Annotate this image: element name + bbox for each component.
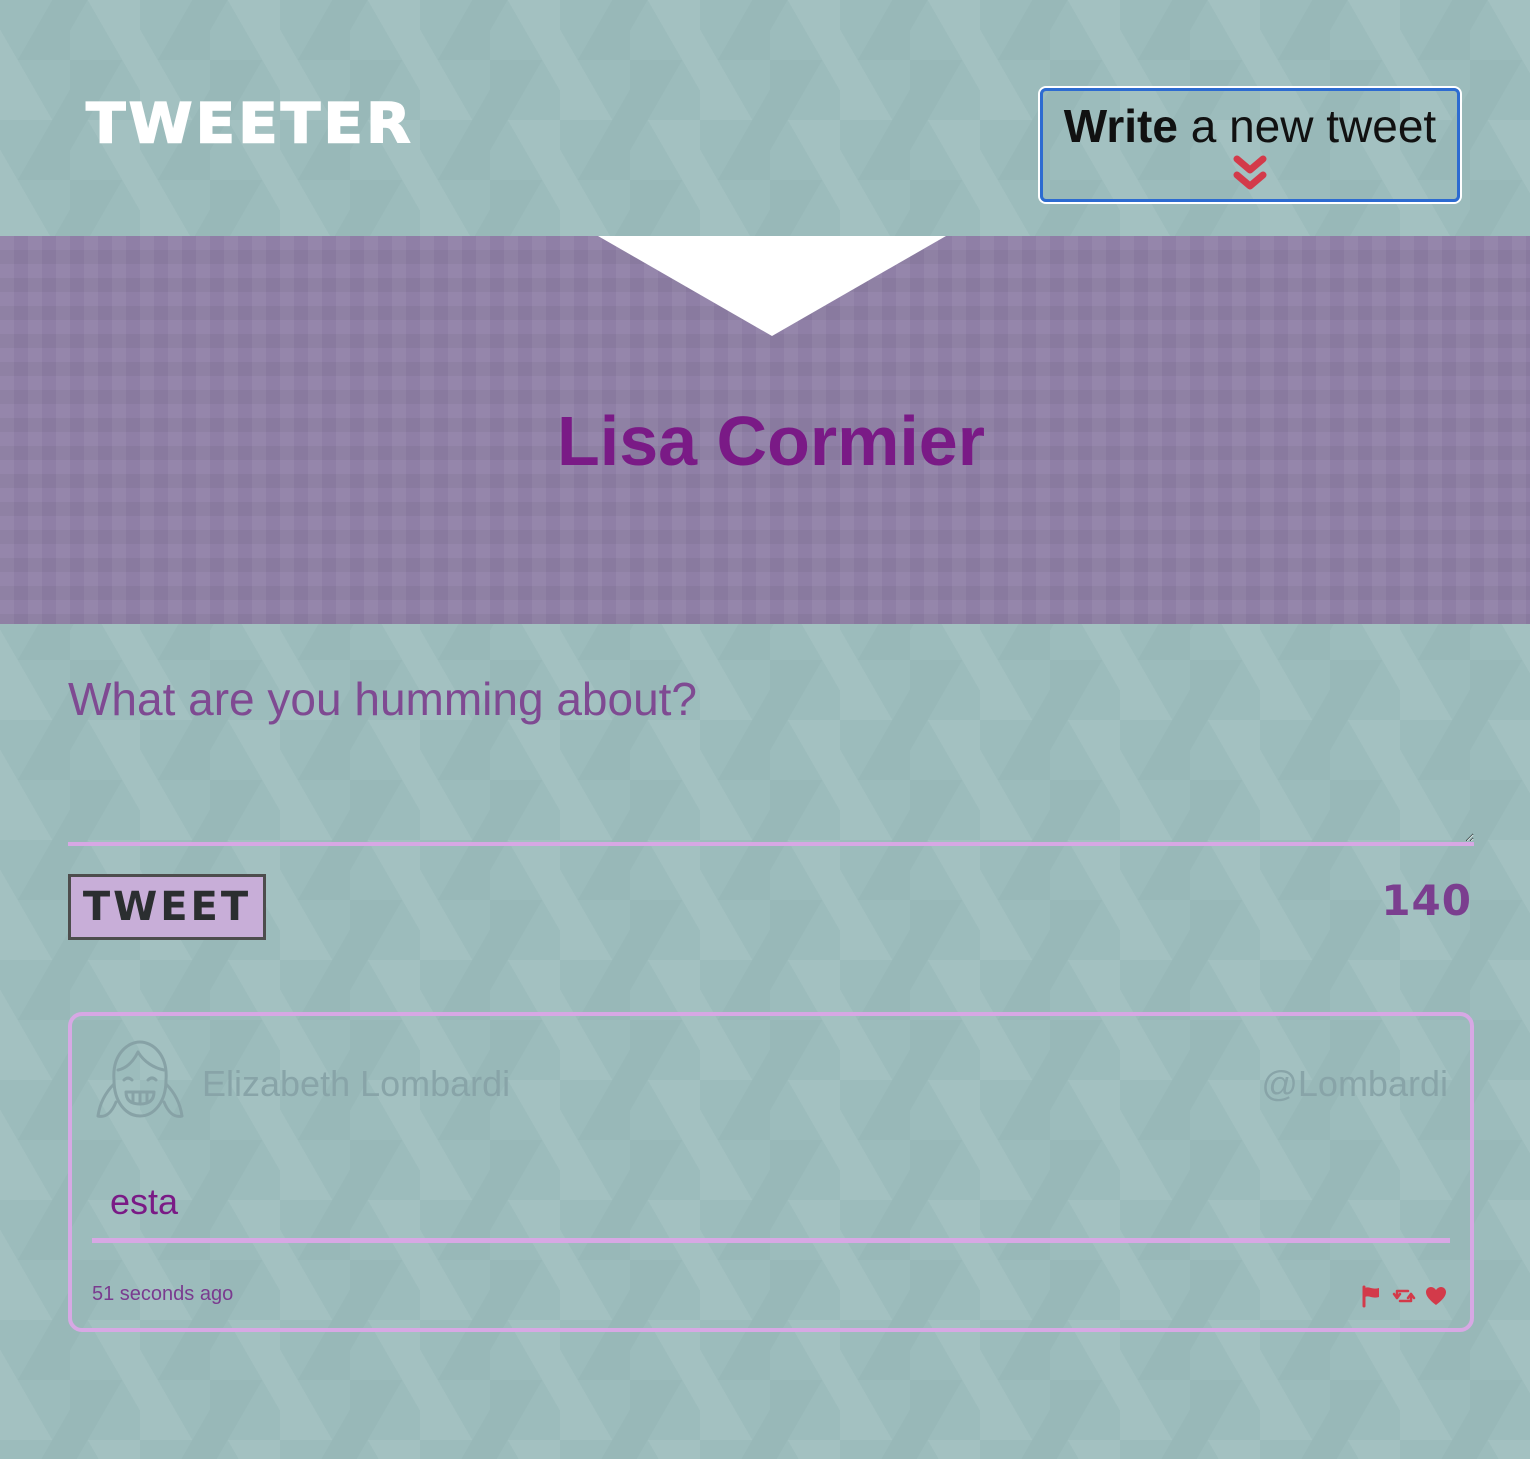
write-new-tweet-button[interactable]: Write a new tweet <box>1040 88 1460 202</box>
top-nav: TWEETER Write a new tweet <box>0 0 1530 236</box>
heart-icon[interactable] <box>1424 1284 1448 1308</box>
flag-icon[interactable] <box>1360 1284 1384 1308</box>
profile-name: Lisa Cormier <box>557 402 985 480</box>
tweet-body: esta <box>110 1181 179 1222</box>
profile-header: Lisa Cormier <box>0 236 1530 624</box>
tweet-submit-button[interactable]: TWEET <box>68 874 266 940</box>
tweet-card: Elizabeth Lombardi @Lombardi esta 51 sec… <box>68 1012 1474 1332</box>
write-new-tweet-label: Write a new tweet <box>1043 103 1457 149</box>
tweet-author-name: Elizabeth Lombardi <box>202 1063 511 1104</box>
write-new-tweet-label-rest: a new tweet <box>1177 100 1437 152</box>
tweet-author-handle: @Lombardi <box>1261 1063 1448 1104</box>
brand-logo: TWEETER <box>85 91 414 156</box>
tweet-textarea[interactable] <box>68 660 1474 846</box>
girl-avatar-icon <box>96 1040 184 1118</box>
retweet-icon[interactable] <box>1392 1284 1416 1308</box>
tweet-timestamp: 51 seconds ago <box>92 1283 234 1305</box>
tweet-divider <box>92 1238 1450 1243</box>
compose-section: TWEET 140 <box>68 660 1474 940</box>
character-counter: 140 <box>1381 876 1472 925</box>
double-chevron-down-icon <box>1233 155 1267 190</box>
write-new-tweet-label-strong: Write <box>1063 100 1178 152</box>
header-notch-shape <box>598 236 946 336</box>
tweet-actions <box>1360 1284 1448 1308</box>
